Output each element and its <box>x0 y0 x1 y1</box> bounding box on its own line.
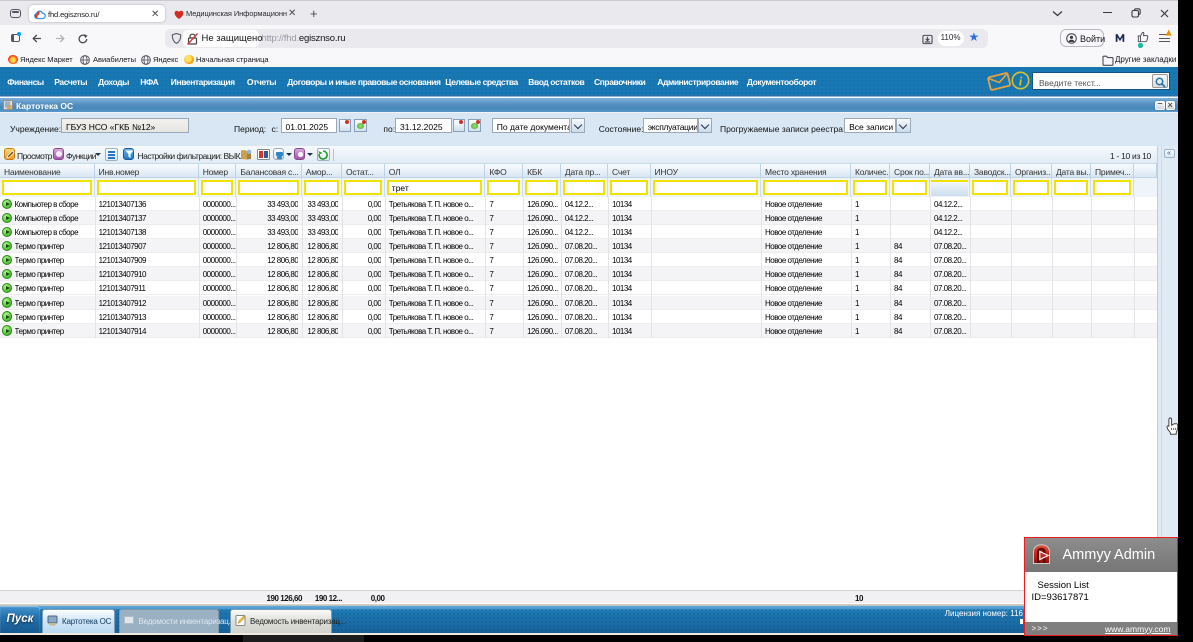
svg-text:i: i <box>1019 74 1023 89</box>
